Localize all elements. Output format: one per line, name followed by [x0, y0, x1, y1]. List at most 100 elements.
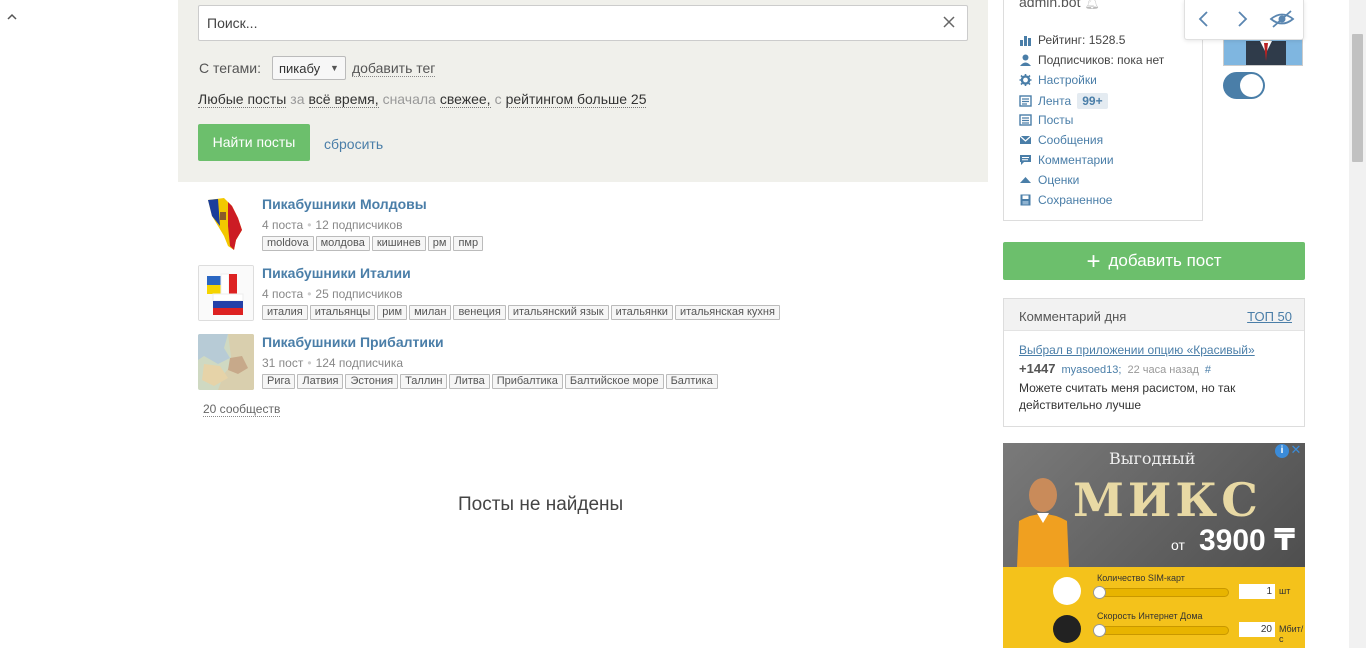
tag-chip[interactable]: Балтика [665, 374, 718, 389]
tag-chip[interactable]: итальянцы [309, 305, 376, 320]
tag-chip[interactable]: Латвия [297, 374, 344, 389]
menu-item-label: Комментарии [1038, 153, 1114, 167]
ad-speed-row: Скорость Интернет Дома 20 Мбит/с [1053, 611, 1303, 644]
tag-chip[interactable]: италия [262, 305, 308, 320]
find-posts-button[interactable]: Найти посты [198, 124, 310, 161]
bell-icon[interactable]: 🔔︎ [1084, 0, 1099, 10]
tag-chip[interactable]: Прибалтика [491, 374, 563, 389]
filter-period[interactable]: всё время, [308, 91, 379, 108]
tag-chip[interactable]: пмр [453, 236, 484, 251]
ad-speed-slider-knob[interactable] [1093, 624, 1106, 637]
add-post-button[interactable]: + добавить пост [1003, 242, 1305, 280]
community-thumb-italy[interactable] [198, 265, 254, 321]
scrollbar-thumb[interactable] [1352, 34, 1363, 162]
community-tags: италия итальянцы рим милан венеция италь… [262, 305, 780, 320]
bar-chart-icon [1019, 34, 1032, 46]
profile-rating: Рейтинг: 1528.5 [1019, 33, 1125, 47]
tag-chip[interactable]: рим [377, 305, 408, 320]
info-icon[interactable]: i [1275, 444, 1289, 458]
filter-rating[interactable]: рейтингом больше 25 [505, 91, 647, 108]
tag-chip[interactable]: Литва [449, 374, 490, 389]
community-subscribers: 124 подписчика [315, 356, 404, 370]
tag-chip[interactable]: moldova [262, 236, 314, 251]
tag-chip[interactable]: итальянки [610, 305, 673, 320]
close-icon[interactable] [941, 14, 957, 30]
theme-toggle[interactable] [1223, 72, 1265, 99]
filter-sort[interactable]: свежее, [439, 91, 491, 108]
ad-banner[interactable]: Выгодный МИКС от 3900 ₸ i ✕ Количество S… [1003, 443, 1305, 648]
menu-item-messages[interactable]: Сообщения [1019, 133, 1103, 147]
tag-chip[interactable]: венеция [453, 305, 506, 320]
username[interactable]: admin.bot 🔔︎ [1019, 0, 1100, 10]
ad-sim-slider-knob[interactable] [1093, 586, 1106, 599]
chevron-left-icon[interactable] [1193, 8, 1215, 30]
tag-chip[interactable]: итальянская кухня [674, 305, 780, 320]
tags-label: С тегами: [199, 60, 261, 76]
triangle-up-icon [1019, 174, 1032, 186]
feed-count-badge: 99+ [1077, 93, 1108, 109]
menu-item-posts[interactable]: Посты [1019, 113, 1073, 127]
comment-author[interactable]: myasoed13; [1062, 364, 1122, 376]
community-item: Пикабушники Молдовы 4 поста • 12 подписчик… [198, 196, 978, 256]
tag-chip[interactable]: рм [427, 236, 452, 251]
menu-item-settings[interactable]: Настройки [1019, 73, 1097, 87]
plus-icon: + [1086, 248, 1101, 275]
community-tags: moldova молдова кишинев рм пмр [262, 236, 484, 251]
community-name[interactable]: Пикабушники Молдовы [262, 196, 427, 212]
scrollbar[interactable] [1349, 0, 1366, 648]
tag-select[interactable]: пикабу ▼ [271, 56, 346, 80]
menu-item-label: Настройки [1038, 73, 1097, 87]
community-name[interactable]: Пикабушники Прибалтики [262, 334, 444, 350]
community-posts: 4 поста [262, 287, 304, 301]
menu-item-ratings[interactable]: Оценки [1019, 173, 1079, 187]
add-tag-link[interactable]: добавить тег [351, 60, 436, 77]
menu-item-feed[interactable]: Лента 99+ [1019, 93, 1108, 109]
eye-hidden-icon[interactable] [1269, 8, 1295, 30]
community-stats: 4 поста • 12 подписчиков [262, 218, 403, 232]
tag-chip[interactable]: Рига [262, 374, 296, 389]
search-box [198, 5, 968, 41]
collapse-chevron-icon[interactable] [6, 12, 18, 22]
tag-chip[interactable]: милан [409, 305, 452, 320]
search-input[interactable] [199, 6, 919, 40]
community-subscribers: 12 подписчиков [315, 218, 403, 232]
ad-person-image [1009, 473, 1075, 567]
tag-chip[interactable]: Эстония [345, 374, 399, 389]
community-thumb-baltics[interactable] [198, 334, 254, 390]
profile-subscribers-text: Подписчиков: пока нет [1038, 53, 1165, 67]
toggle-knob [1240, 74, 1263, 97]
ad-speed-value[interactable]: 20 [1239, 622, 1275, 637]
community-posts: 4 поста [262, 218, 304, 232]
tag-chip[interactable]: кишинев [371, 236, 426, 251]
community-item: Пикабушники Прибалтики 31 пост • 124 подпи… [198, 334, 978, 394]
ad-sim-slider[interactable] [1093, 588, 1229, 597]
speedometer-icon [1053, 615, 1081, 643]
profile-rating-text: Рейтинг: 1528.5 [1038, 33, 1126, 47]
reset-link[interactable]: сбросить [324, 136, 383, 152]
ad-speed-slider[interactable] [1093, 626, 1229, 635]
comment-post-link[interactable]: Выбрал в приложении опцию «Красивый» [1019, 343, 1255, 357]
menu-item-comments[interactable]: Комментарии [1019, 153, 1114, 167]
ad-sim-value[interactable]: 1 [1239, 584, 1275, 599]
tag-chip[interactable]: итальянский язык [507, 305, 609, 320]
community-name[interactable]: Пикабушники Италии [262, 265, 411, 281]
filter-post-type[interactable]: Любые посты [198, 91, 287, 108]
tag-chip[interactable]: Балтийское море [564, 374, 664, 389]
filter-with-label: с [494, 91, 502, 107]
profile-subscribers: Подписчиков: пока нет [1019, 53, 1164, 67]
close-icon[interactable]: ✕ [1290, 443, 1302, 457]
community-thumb-moldova[interactable] [198, 196, 254, 252]
all-communities-link[interactable]: 20 сообществ [203, 402, 281, 417]
tag-chip[interactable]: Таллин [400, 374, 448, 389]
menu-item-label: Оценки [1038, 173, 1080, 187]
top-50-link[interactable]: ТОП 50 [1247, 309, 1292, 324]
tag-chip[interactable]: молдова [315, 236, 370, 251]
chevron-right-icon[interactable] [1231, 8, 1253, 30]
comment-hash-link[interactable]: # [1205, 364, 1211, 376]
filter-first-label: сначала [382, 91, 436, 107]
selected-tag: пикабу [278, 60, 321, 76]
comment-of-day: Комментарий дня ТОП 50 Выбрал в приложен… [1003, 298, 1305, 427]
menu-item-saved[interactable]: Сохраненное [1019, 193, 1112, 207]
menu-item-label: Сохраненное [1038, 193, 1113, 207]
ad-sim-row: Количество SIM-карт 1 шт [1053, 573, 1295, 605]
